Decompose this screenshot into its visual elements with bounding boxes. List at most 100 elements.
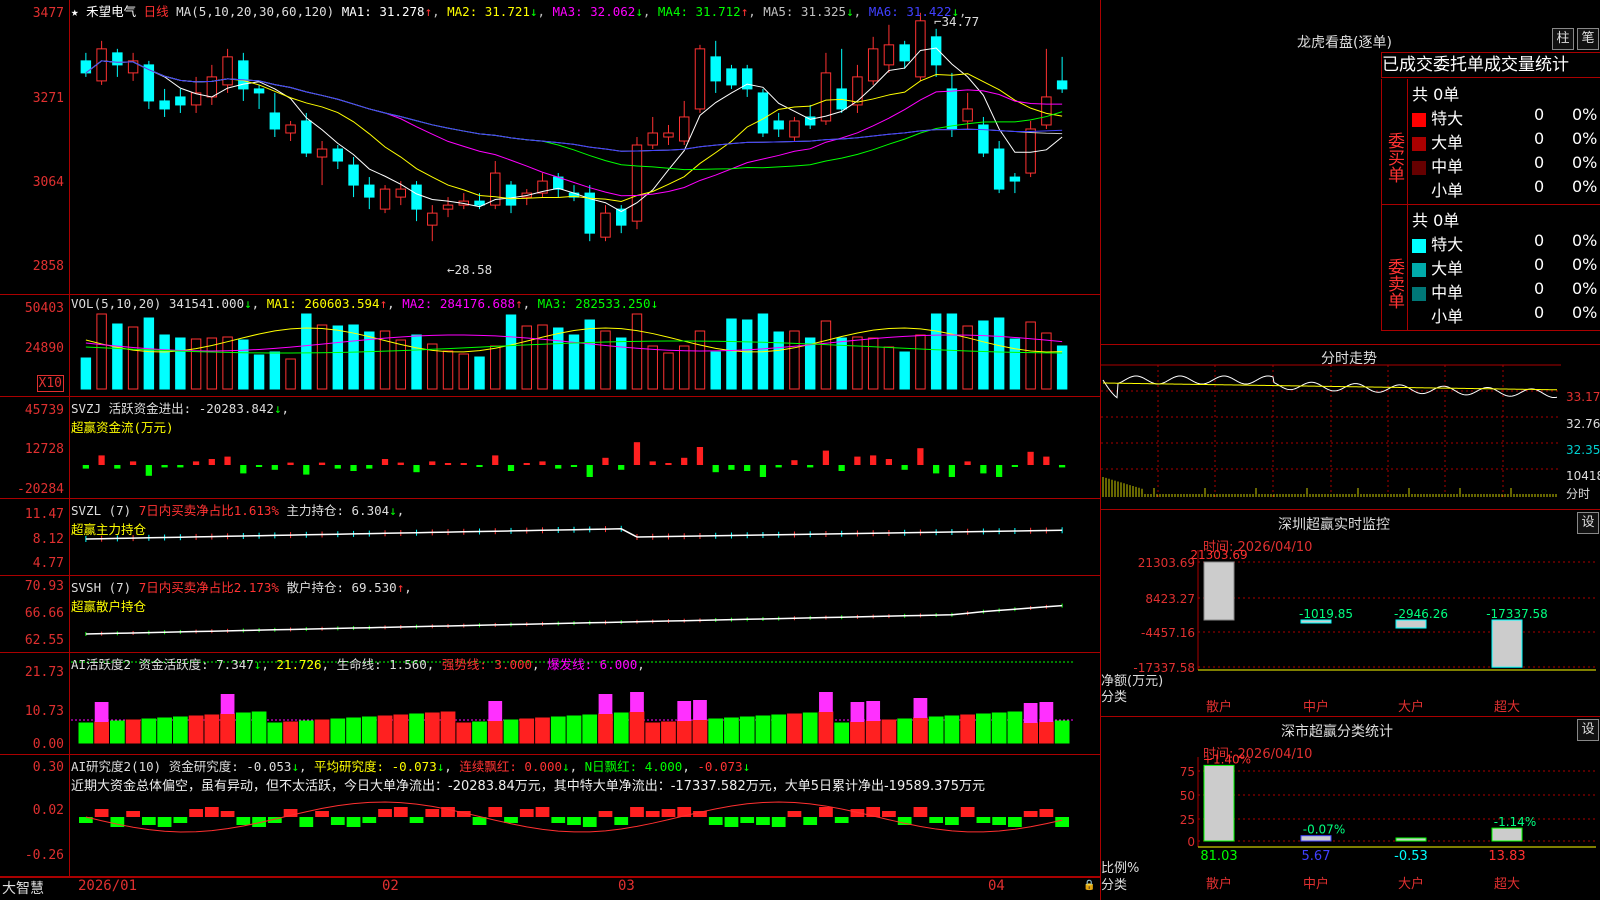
volume-bar	[395, 339, 407, 390]
longhu-title: 龙虎看盘(逐单)	[1297, 35, 1392, 51]
buy-total: 共 0单	[1412, 85, 1460, 104]
category-panel[interactable]: 深市超赢分类统计 设 时间: 2026/04/10 75 50 25 0 +1.40% 8…	[1101, 717, 1600, 900]
stock-name[interactable]: 禾望电气	[86, 4, 136, 19]
candle	[80, 60, 92, 74]
research-bar	[126, 811, 140, 817]
monitor-panel[interactable]: 深圳超赢实时监控 设 时间: 2026/04/10 21303.69 8423.2…	[1101, 510, 1600, 717]
activity-bar	[141, 718, 157, 744]
sell-orders: 委卖单 共 0单 特大 0 0% 大单 0 0% 中单 0 0% 小单 0 0%	[1381, 205, 1600, 331]
candle	[773, 120, 784, 130]
chart-area[interactable]: 3477 3271 3064 2858 ★ 禾望电气 日线 MA(5,10,20…	[0, 0, 1100, 900]
minute-panel[interactable]: 分时走势 33.17 32.76 32.35 10418 分时	[1101, 345, 1600, 510]
volume-pane[interactable]: 50403 24890 X10 VOL(5,10,20) 341541.000↓…	[0, 295, 1100, 397]
flow-bar	[366, 465, 373, 469]
activity-burst	[1039, 702, 1054, 722]
research-bar	[330, 817, 345, 825]
tab-volume[interactable]: 成交量统计	[1484, 55, 1569, 75]
flow-bar	[98, 455, 105, 465]
volume-bar	[253, 354, 265, 390]
ma-header: ★ 禾望电气 日线 MA(5,10,20,30,60,120) MA1: 31.…	[71, 4, 967, 19]
monitor-tick: 8423.27	[1145, 592, 1195, 606]
volume-bar	[741, 319, 753, 390]
research-bar	[819, 807, 833, 817]
volume-bar	[301, 313, 312, 390]
candlestick-chart[interactable]	[0, 0, 1100, 295]
color-swatch	[1412, 238, 1426, 253]
flow-bar	[271, 465, 278, 470]
ai-activity-pane[interactable]: 21.73 10.73 0.00 AI活跃度2 资金活跃度: 7.347↓, 2…	[0, 653, 1100, 755]
category-tick: 75	[1180, 765, 1195, 779]
activity-bar	[755, 715, 771, 744]
period-label[interactable]: 日线	[144, 4, 169, 19]
research-bar	[315, 811, 329, 817]
flow-bar	[728, 465, 735, 470]
research-bar	[488, 807, 503, 817]
kline-pane[interactable]: 3477 3271 3064 2858 ★ 禾望电气 日线 MA(5,10,20…	[0, 0, 1100, 295]
volume-bar	[537, 324, 548, 390]
flow-bar	[145, 465, 152, 476]
candle	[474, 200, 485, 206]
research-bar	[929, 817, 944, 823]
ma-value: MA4: 31.712	[657, 4, 741, 19]
research-bar	[378, 809, 392, 817]
svzl-pane[interactable]: 11.47 8.12 4.77 SVZL (7) 7日内买卖净占比1.613% …	[0, 499, 1100, 576]
activity-bar	[550, 716, 566, 744]
order-size-label: 特大	[1431, 235, 1464, 254]
tick-mode-button[interactable]: 笔	[1577, 28, 1599, 50]
candle	[395, 188, 407, 198]
tab-done[interactable]: 已成交	[1382, 55, 1433, 75]
activity-bar	[204, 714, 220, 744]
category-value: 13.83	[1488, 849, 1525, 864]
volume-bar	[474, 356, 485, 390]
ai-research-pane[interactable]: 0.30 0.02 -0.26 AI研究度2(10) 资金研究度: -0.053…	[0, 755, 1100, 877]
order-row: 中单 0 0%	[1412, 279, 1600, 302]
flow-bar	[507, 465, 515, 471]
bar-mode-button[interactable]: 柱	[1552, 28, 1574, 50]
candle	[789, 120, 800, 138]
volume-bar	[285, 358, 296, 390]
research-bar	[882, 811, 896, 817]
activity-bar	[1007, 711, 1023, 744]
category-tick: 50	[1180, 789, 1195, 803]
activity-burst	[220, 694, 235, 714]
volume-bar	[159, 334, 170, 390]
minute-chart[interactable]	[1101, 345, 1600, 510]
flow-bar	[1058, 465, 1066, 468]
ma-arrow: ↓	[635, 4, 643, 19]
order-row: 大单 0 0%	[1412, 129, 1600, 152]
research-bar	[519, 809, 534, 817]
activity-burst	[1023, 703, 1038, 723]
research-bar	[992, 817, 1007, 825]
activity-burst	[630, 692, 644, 712]
volume-bar	[600, 330, 611, 390]
tab-orders[interactable]: 委托单	[1433, 55, 1484, 75]
volume-bar	[663, 352, 674, 390]
volume-bar	[127, 326, 139, 390]
activity-bar	[94, 721, 109, 744]
candle	[1056, 80, 1068, 90]
lock-icon[interactable]: 🔒	[1083, 880, 1095, 891]
flow-bar	[775, 465, 782, 468]
candle	[143, 64, 155, 102]
order-row: 小单 0 0%	[1412, 303, 1600, 326]
monitor-value: 21303.69	[1190, 548, 1247, 562]
order-count: 0	[1534, 105, 1545, 124]
activity-bar	[172, 716, 188, 744]
research-bar	[960, 807, 975, 817]
volume-bar	[852, 336, 863, 390]
research-bar	[976, 817, 991, 823]
flow-bar	[381, 459, 389, 465]
volume-bar	[411, 334, 422, 390]
flow-bar	[964, 461, 971, 465]
volume-bar	[505, 314, 517, 390]
color-swatch	[1412, 136, 1426, 151]
flow-bar	[429, 461, 436, 465]
svsh-pane[interactable]: 70.93 66.66 62.55 SVSH (7) 7日内买卖净占比2.173…	[0, 576, 1100, 653]
candle	[820, 72, 832, 122]
flow-bar	[318, 462, 326, 465]
order-percent: 0%	[1572, 255, 1598, 274]
app-logo: 大智慧	[2, 881, 44, 897]
research-bar	[724, 817, 739, 827]
monitor-value: -2946.26	[1394, 607, 1448, 621]
svzj-pane[interactable]: 45739 12728 -20284 SVZJ 活跃资金进出: -20283.8…	[0, 397, 1100, 499]
